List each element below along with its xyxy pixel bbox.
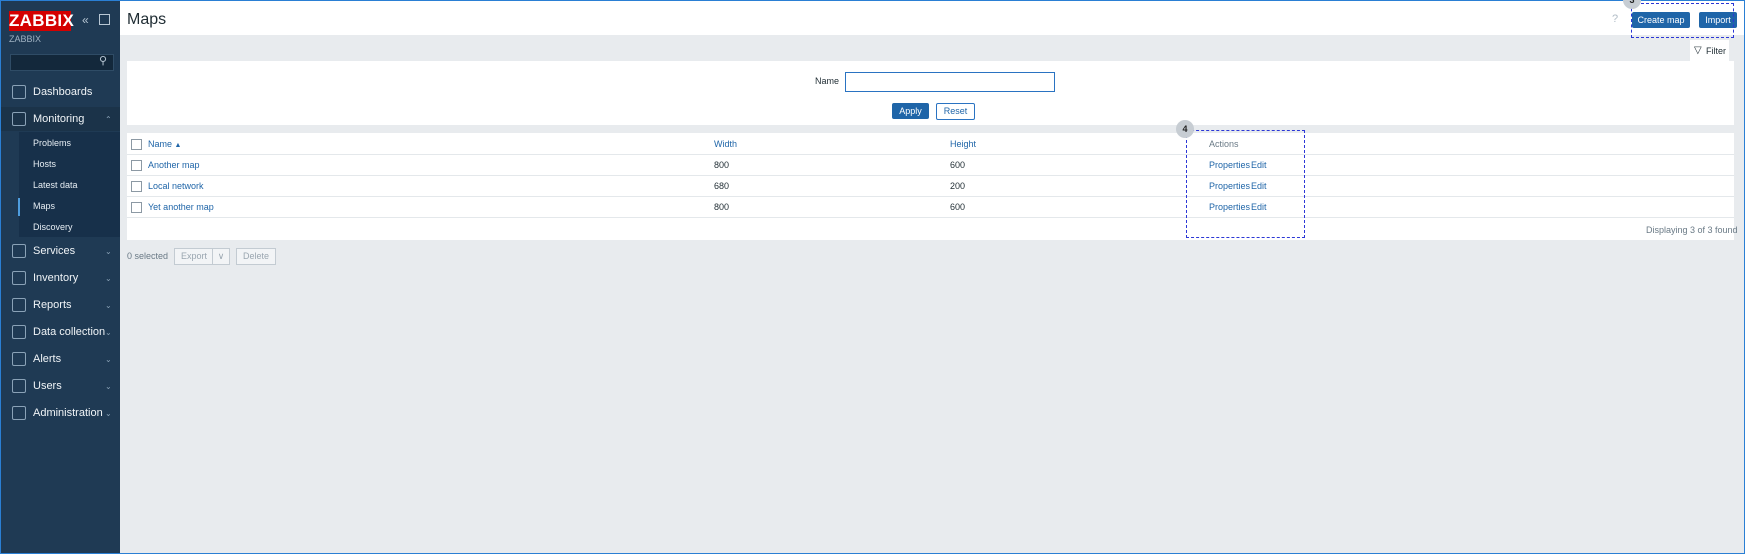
sidebar-item-reports[interactable]: Reports ⌄ <box>1 293 120 317</box>
sidebar-item-label: Reports <box>33 299 72 311</box>
export-button[interactable]: Export <box>174 248 214 265</box>
chevron-down-icon: ⌄ <box>105 354 112 364</box>
chevron-down-icon: ∨ <box>217 251 225 261</box>
sidebar-item-label: Administration <box>33 407 103 419</box>
reports-icon <box>12 298 26 312</box>
filter-name-label: Name <box>815 76 840 86</box>
zabbix-logo[interactable]: ZABBIX <box>9 11 74 31</box>
services-icon <box>12 244 26 258</box>
server-name: ZABBIX <box>9 34 42 44</box>
submenu-item-latest-data[interactable]: Latest data <box>33 180 78 190</box>
apply-button[interactable]: Apply <box>892 103 929 119</box>
map-name-link[interactable]: Another map <box>148 160 200 170</box>
sidebar-item-alerts[interactable]: Alerts ⌄ <box>1 347 120 371</box>
filter-icon: ▽ <box>1694 45 1702 56</box>
inventory-icon <box>12 271 26 285</box>
reset-button[interactable]: Reset <box>936 103 975 120</box>
data-collection-icon <box>12 325 26 339</box>
sidebar-item-label: Data collection <box>33 326 106 338</box>
row-checkbox[interactable] <box>131 181 142 192</box>
export-dropdown-button[interactable]: ∨ <box>212 248 230 265</box>
monitoring-icon <box>12 112 26 126</box>
select-all-checkbox[interactable] <box>131 139 142 150</box>
alerts-icon <box>12 352 26 366</box>
page-header <box>120 1 1744 35</box>
sidebar-item-label: Dashboards <box>33 86 93 98</box>
active-indicator <box>18 198 20 216</box>
submenu-item-hosts[interactable]: Hosts <box>33 159 56 169</box>
sidebar-item-monitoring[interactable]: Monitoring ⌃ <box>1 107 120 131</box>
sort-asc-icon: ▲ <box>174 142 182 149</box>
administration-icon <box>12 406 26 420</box>
collapse-sidebar-icon[interactable]: « <box>82 13 89 27</box>
sidebar-item-label: Monitoring <box>33 113 85 125</box>
filter-name-input[interactable] <box>845 72 1055 92</box>
maps-table <box>127 133 1734 240</box>
map-height: 600 <box>950 202 966 212</box>
chevron-down-icon: ⌄ <box>105 327 112 337</box>
sidebar-item-label: Services <box>33 245 76 257</box>
sidebar-item-users[interactable]: Users ⌄ <box>1 374 120 398</box>
column-header-name-label: Name <box>148 139 173 149</box>
sidebar-item-label: Inventory <box>33 272 79 284</box>
column-header-name[interactable]: Name ▲ <box>148 139 181 149</box>
row-divider <box>127 196 1734 197</box>
filter-tab[interactable]: ▽ Filter <box>1690 40 1729 61</box>
annotation-badge: 4 <box>1176 120 1194 138</box>
map-name-link[interactable]: Local network <box>148 181 204 191</box>
chevron-down-icon: ⌄ <box>105 408 112 418</box>
row-divider <box>127 217 1734 218</box>
sidebar-item-administration[interactable]: Administration ⌄ <box>1 401 120 425</box>
row-checkbox[interactable] <box>131 160 142 171</box>
highlight-box-header-buttons <box>1631 3 1734 38</box>
pagination-info: Displaying 3 of 3 found <box>1646 225 1738 235</box>
sidebar-item-inventory[interactable]: Inventory ⌄ <box>1 266 120 290</box>
chevron-down-icon: ⌄ <box>105 300 112 310</box>
column-header-height[interactable]: Height <box>950 139 976 149</box>
help-icon[interactable]: ? <box>1612 13 1618 25</box>
highlight-box-actions-column <box>1186 130 1305 238</box>
submenu-item-maps[interactable]: Maps <box>33 201 55 211</box>
submenu-item-discovery[interactable]: Discovery <box>33 222 73 232</box>
submenu-item-problems[interactable]: Problems <box>33 138 71 148</box>
filter-panel <box>127 61 1734 125</box>
row-divider <box>127 154 1734 155</box>
chevron-down-icon: ⌄ <box>105 273 112 283</box>
sidebar-item-dashboards[interactable]: Dashboards <box>1 80 120 104</box>
users-icon <box>12 379 26 393</box>
sidebar: ZABBIX ZABBIX « ⚲ Dashboards Monitoring … <box>1 1 120 553</box>
chevron-down-icon: ⌄ <box>105 246 112 256</box>
chevron-down-icon: ⌄ <box>105 381 112 391</box>
map-name-link[interactable]: Yet another map <box>148 202 214 212</box>
sidebar-item-label: Alerts <box>33 353 62 365</box>
kiosk-mode-icon[interactable] <box>99 14 110 25</box>
sidebar-item-services[interactable]: Services ⌄ <box>1 239 120 263</box>
row-divider <box>127 175 1734 176</box>
map-width: 680 <box>714 181 730 191</box>
dashboards-icon <box>12 85 26 99</box>
map-height: 200 <box>950 181 966 191</box>
map-width: 800 <box>714 202 730 212</box>
sidebar-item-data-collection[interactable]: Data collection ⌄ <box>1 320 120 344</box>
selected-count: 0 selected <box>127 251 169 261</box>
map-height: 600 <box>950 160 966 170</box>
column-header-width[interactable]: Width <box>714 139 737 149</box>
sidebar-item-label: Users <box>33 380 62 392</box>
filter-tab-label: Filter <box>1706 46 1726 56</box>
chevron-up-icon: ⌃ <box>105 114 112 124</box>
map-width: 800 <box>714 160 730 170</box>
search-icon[interactable]: ⚲ <box>99 54 107 67</box>
page-title: Maps <box>127 11 167 28</box>
row-checkbox[interactable] <box>131 202 142 213</box>
delete-button[interactable]: Delete <box>236 248 276 265</box>
